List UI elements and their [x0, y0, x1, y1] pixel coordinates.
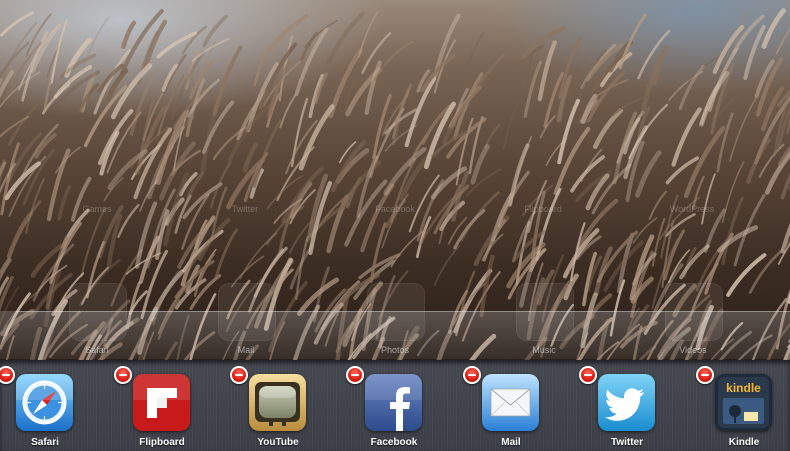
- kindle-icon-text: kindle: [726, 381, 761, 395]
- tray-app-label: Kindle: [728, 437, 760, 448]
- dock-label-videos: Videos: [679, 345, 707, 355]
- twitter-icon[interactable]: [598, 374, 655, 431]
- dock-mail-icon[interactable]: [218, 283, 276, 341]
- tray-app-youtube[interactable]: YouTube: [230, 366, 326, 451]
- tray-app-mail[interactable]: Mail: [463, 366, 559, 451]
- tray-app-label: Mail: [501, 437, 521, 448]
- close-app-safari-button[interactable]: [0, 366, 15, 384]
- tray-app-label: Safari: [31, 437, 59, 448]
- close-app-facebook-button[interactable]: [346, 366, 364, 384]
- tray-app-label: YouTube: [257, 437, 299, 448]
- home-icon-label-flipboard: Flipboard: [524, 204, 562, 214]
- close-app-mail-button[interactable]: [463, 366, 481, 384]
- tray-app-kindle[interactable]: kindle Kindle: [696, 366, 790, 451]
- safari-icon[interactable]: [16, 374, 73, 431]
- dock-label-mail: Mail: [237, 345, 255, 355]
- kindle-icon[interactable]: kindle: [715, 374, 772, 431]
- home-icon-label-facebook: Facebook: [375, 204, 415, 214]
- home-icon-label-wordpress: WordPress: [669, 204, 715, 214]
- facebook-icon[interactable]: [365, 374, 422, 431]
- multitasking-tray: Safari Flipboard YouTube Facebook Mail T…: [0, 360, 790, 451]
- dock-label-safari: Safari: [85, 345, 109, 355]
- close-app-kindle-button[interactable]: [696, 366, 714, 384]
- close-app-twitter-button[interactable]: [579, 366, 597, 384]
- mail-icon[interactable]: [482, 374, 539, 431]
- close-app-youtube-button[interactable]: [230, 366, 248, 384]
- dock-label-photos: Photos: [380, 345, 410, 355]
- tray-app-label: Twitter: [610, 437, 644, 448]
- close-app-flipboard-button[interactable]: [114, 366, 132, 384]
- flipboard-icon[interactable]: [133, 374, 190, 431]
- tray-app-flipboard[interactable]: Flipboard: [114, 366, 210, 451]
- youtube-icon[interactable]: [249, 374, 306, 431]
- tray-app-twitter[interactable]: Twitter: [579, 366, 675, 451]
- tray-app-facebook[interactable]: Facebook: [346, 366, 442, 451]
- home-icon-label-twitter: Twitter: [231, 204, 259, 214]
- tray-app-safari[interactable]: Safari: [0, 366, 93, 451]
- tray-app-label: Facebook: [370, 437, 418, 448]
- dock-safari-icon[interactable]: [69, 283, 127, 341]
- dock-music-icon[interactable]: [516, 283, 574, 341]
- dock-label-music: Music: [532, 345, 556, 355]
- home-icon-label-games: Games: [82, 204, 112, 214]
- tray-app-label: Flipboard: [139, 437, 185, 448]
- dock-photos-icon[interactable]: [367, 283, 425, 341]
- dock-videos-icon[interactable]: [665, 283, 723, 341]
